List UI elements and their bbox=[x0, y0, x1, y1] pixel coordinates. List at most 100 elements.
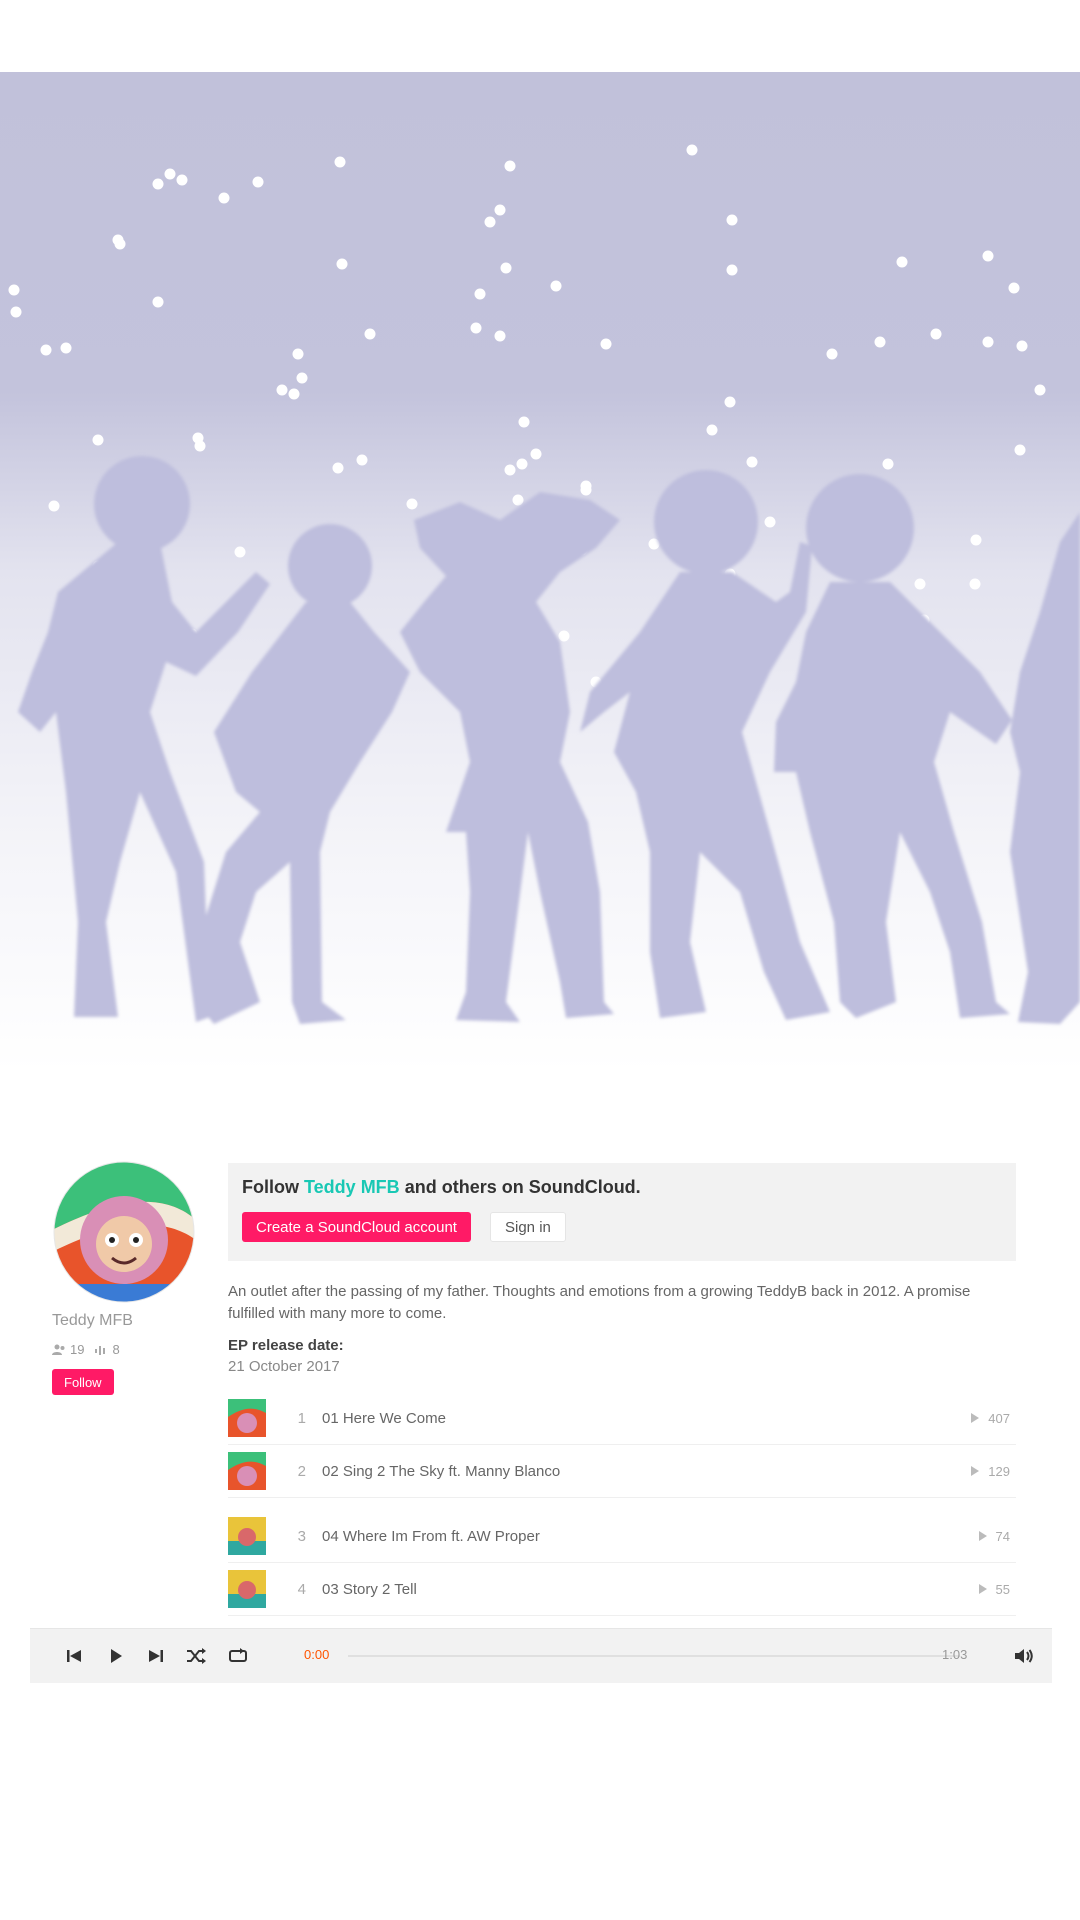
track-artwork bbox=[228, 1452, 266, 1490]
snow-dot bbox=[970, 534, 982, 546]
signup-prompt: Follow Teddy MFB and others on SoundClou… bbox=[242, 1177, 641, 1198]
followers-stat: 19 bbox=[52, 1342, 84, 1357]
track-number: 1 bbox=[297, 1409, 306, 1427]
snow-dot bbox=[252, 176, 264, 188]
snow-dot bbox=[874, 336, 886, 348]
volume-icon bbox=[1015, 1649, 1033, 1663]
release-date-label: EP release date: bbox=[228, 1337, 344, 1354]
track-artwork bbox=[228, 1517, 266, 1555]
snow-dot bbox=[114, 238, 126, 250]
tracks-count: 8 bbox=[112, 1342, 120, 1357]
snow-dot bbox=[474, 288, 486, 300]
snow-dot bbox=[726, 214, 738, 226]
play-button[interactable] bbox=[104, 1644, 128, 1668]
snow-dot bbox=[60, 342, 72, 354]
track-row[interactable]: 4 03 Story 2 Tell 55 bbox=[228, 1563, 1016, 1616]
track-plays: 55 bbox=[978, 1582, 1016, 1597]
previous-button[interactable] bbox=[62, 1644, 86, 1668]
snow-dot bbox=[746, 456, 758, 468]
play-icon bbox=[111, 1649, 122, 1663]
volume-button[interactable] bbox=[1012, 1644, 1036, 1668]
play-count-icon bbox=[978, 1584, 987, 1594]
progress-bar[interactable] bbox=[348, 1655, 960, 1657]
snow-dot bbox=[92, 434, 104, 446]
snow-dot bbox=[1014, 444, 1026, 456]
skip-back-icon bbox=[67, 1650, 81, 1662]
snow-dot bbox=[550, 280, 562, 292]
snow-dot bbox=[726, 264, 738, 276]
snow-dot bbox=[336, 258, 348, 270]
tracklist: 1 01 Here We Come 407 2 02 Sing 2 The Sk… bbox=[228, 1392, 1016, 1616]
snow-dot bbox=[512, 494, 524, 506]
snow-dot bbox=[234, 546, 246, 558]
tracks-stat: 8 bbox=[94, 1342, 120, 1357]
cartoon-afro-character-avatar bbox=[53, 1161, 195, 1303]
snow-dot bbox=[470, 322, 482, 334]
follow-button[interactable]: Follow bbox=[52, 1369, 114, 1395]
shuffle-button[interactable] bbox=[184, 1644, 208, 1668]
snow-dot bbox=[484, 216, 496, 228]
snow-dot bbox=[218, 192, 230, 204]
artist-name[interactable]: Teddy MFB bbox=[52, 1312, 133, 1330]
play-count: 55 bbox=[995, 1581, 1010, 1597]
signup-suffix: and others on SoundCloud. bbox=[404, 1177, 641, 1197]
current-time: 0:00 bbox=[304, 1647, 330, 1662]
snow-dot bbox=[1034, 384, 1046, 396]
play-count: 129 bbox=[988, 1463, 1010, 1479]
snow-dot bbox=[930, 328, 942, 340]
snow-dot bbox=[686, 144, 698, 156]
play-count-icon bbox=[978, 1531, 987, 1541]
player-bar: 0:00 1:03 bbox=[30, 1628, 1052, 1683]
snow-dot bbox=[332, 462, 344, 474]
track-row[interactable]: 1 01 Here We Come 407 bbox=[228, 1392, 1016, 1445]
sound-wave-icon bbox=[95, 1345, 106, 1355]
snow-dot bbox=[706, 424, 718, 436]
track-title[interactable]: 04 Where Im From ft. AW Proper bbox=[322, 1528, 978, 1545]
album-description: An outlet after the passing of my father… bbox=[228, 1283, 971, 1322]
artist-stats: 19 8 bbox=[52, 1342, 120, 1357]
snow-dot bbox=[494, 204, 506, 216]
snow-dot bbox=[356, 454, 368, 466]
track-plays: 74 bbox=[978, 1529, 1016, 1544]
snow-dot bbox=[500, 262, 512, 274]
snow-dot bbox=[518, 416, 530, 428]
snow-dot bbox=[516, 458, 528, 470]
track-title[interactable]: 02 Sing 2 The Sky ft. Manny Blanco bbox=[322, 1463, 970, 1480]
skip-forward-icon bbox=[149, 1650, 163, 1662]
signup-panel: Follow Teddy MFB and others on SoundClou… bbox=[228, 1163, 1016, 1261]
track-plays: 129 bbox=[970, 1464, 1016, 1479]
snow-dot bbox=[1008, 282, 1020, 294]
total-time: 1:03 bbox=[942, 1647, 968, 1662]
snow-dot bbox=[969, 578, 981, 590]
track-row[interactable]: 3 04 Where Im From ft. AW Proper 74 bbox=[228, 1510, 1016, 1563]
snow-dot bbox=[164, 168, 176, 180]
create-account-button[interactable]: Create a SoundCloud account bbox=[242, 1212, 471, 1242]
banner-image bbox=[0, 72, 1080, 1072]
snow-dot bbox=[176, 174, 188, 186]
track-title[interactable]: 03 Story 2 Tell bbox=[322, 1581, 978, 1598]
snow-dot bbox=[10, 306, 22, 318]
snow-dot bbox=[896, 256, 908, 268]
track-artwork bbox=[228, 1570, 266, 1608]
track-number: 2 bbox=[297, 1462, 306, 1480]
repeat-button[interactable] bbox=[226, 1644, 250, 1668]
artist-link[interactable]: Teddy MFB bbox=[304, 1177, 400, 1197]
track-title[interactable]: 01 Here We Come bbox=[322, 1410, 970, 1427]
play-count-icon bbox=[971, 1466, 980, 1476]
play-count: 407 bbox=[988, 1410, 1010, 1426]
snow-dot bbox=[530, 448, 542, 460]
artist-avatar[interactable] bbox=[52, 1160, 196, 1304]
play-count: 74 bbox=[995, 1528, 1010, 1544]
release-date-value: 21 October 2017 bbox=[228, 1358, 340, 1375]
track-row[interactable]: 2 02 Sing 2 The Sky ft. Manny Blanco 129 bbox=[228, 1445, 1016, 1498]
snow-dot bbox=[982, 250, 994, 262]
track-number: 4 bbox=[297, 1580, 306, 1598]
shuffle-icon bbox=[187, 1648, 206, 1664]
snow-dot bbox=[982, 336, 994, 348]
snow-dot bbox=[8, 284, 20, 296]
followers-icon bbox=[52, 1344, 65, 1355]
snow-dot bbox=[580, 484, 592, 496]
track-plays: 407 bbox=[970, 1411, 1016, 1426]
sign-in-button[interactable]: Sign in bbox=[490, 1212, 566, 1242]
next-button[interactable] bbox=[144, 1644, 168, 1668]
